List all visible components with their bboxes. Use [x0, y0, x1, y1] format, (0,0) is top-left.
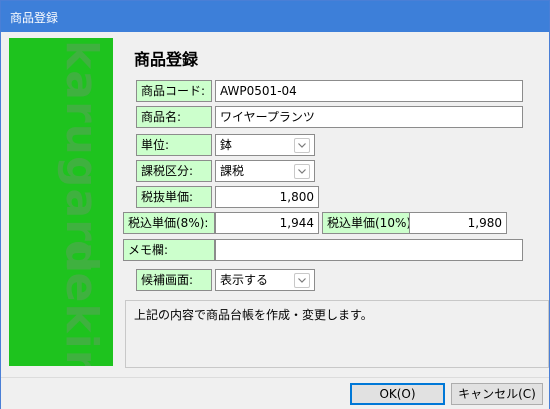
sidebar-banner: karugaru dekiru [9, 38, 113, 366]
unit-label: 単位: [136, 134, 212, 156]
price-incl-tax-10-field[interactable]: 1,980 [409, 212, 507, 234]
dialog-window: 商品登録 karugaru dekiru 商品登録 商品コード: AWP0501… [0, 0, 550, 409]
title-bar[interactable]: 商品登録 [1, 1, 549, 32]
unit-combo[interactable]: 鉢 [215, 134, 315, 156]
tax-category-combo[interactable]: 課税 [215, 160, 315, 182]
button-bar: OK(O) キャンセル(C) [1, 377, 549, 409]
product-code-field[interactable]: AWP0501-04 [215, 80, 523, 102]
tax-category-label: 課税区分: [136, 160, 212, 182]
candidate-screen-combo[interactable]: 表示する [215, 269, 315, 291]
ok-button[interactable]: OK(O) [350, 383, 445, 405]
dialog-body: karugaru dekiru 商品登録 商品コード: AWP0501-04 商… [1, 32, 549, 377]
candidate-screen-label: 候補画面: [136, 269, 212, 291]
tax-category-value: 課税 [220, 164, 245, 178]
price-incl-tax-8-field[interactable]: 1,944 [215, 212, 319, 234]
memo-field[interactable] [215, 239, 523, 261]
product-name-field[interactable]: ワイヤープランツ [215, 106, 523, 128]
chevron-down-icon[interactable] [294, 164, 310, 179]
price-excl-tax-field[interactable]: 1,800 [215, 186, 319, 208]
product-name-label: 商品名: [136, 106, 212, 128]
cancel-button[interactable]: キャンセル(C) [451, 383, 543, 405]
unit-value: 鉢 [220, 138, 233, 152]
price-excl-tax-label: 税抜単価: [136, 186, 212, 208]
window-title: 商品登録 [10, 11, 59, 25]
form-heading: 商品登録 [134, 50, 199, 69]
product-code-label: 商品コード: [136, 80, 212, 102]
memo-label: メモ欄: [123, 239, 215, 261]
price-incl-tax-8-label: 税込単価(8%): [123, 212, 215, 234]
candidate-screen-value: 表示する [220, 273, 269, 287]
chevron-down-icon[interactable] [294, 138, 310, 153]
price-incl-tax-10-label: 税込単価(10%): [322, 212, 415, 234]
status-message: 上記の内容で商品台帳を作成・変更します。 [125, 300, 549, 368]
watermark-dekiru: dekiru [56, 240, 107, 366]
chevron-down-icon[interactable] [294, 273, 310, 288]
